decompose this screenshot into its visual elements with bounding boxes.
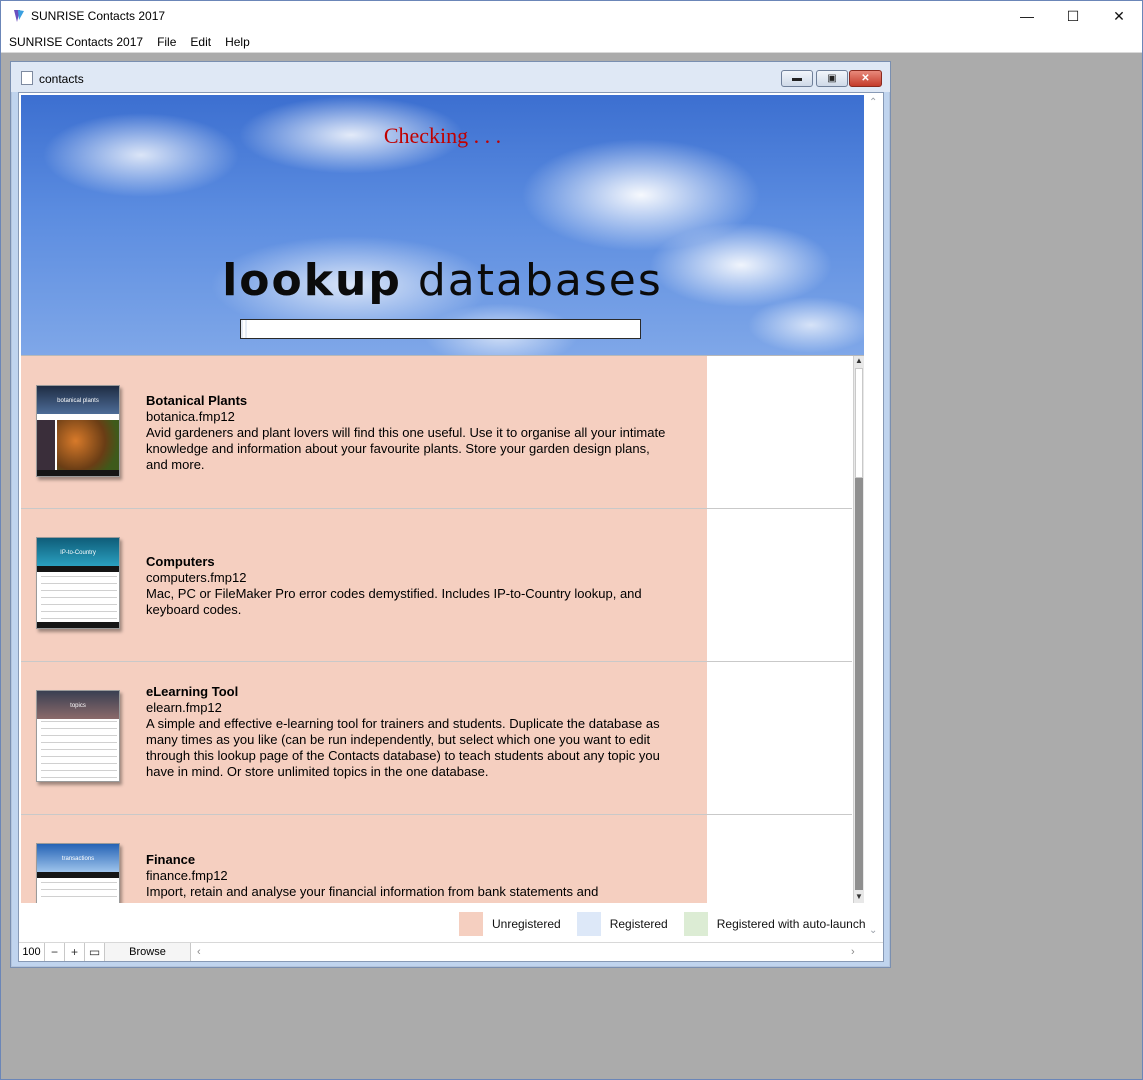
contacts-document-window: contacts ▬ ▣ ✕ Checking . . . lookup dat… (10, 61, 891, 968)
status-bar: 100 − + ▭ Browse ‹ › (19, 942, 883, 961)
menu-bar: SUNRISE Contacts 2017 File Edit Help (1, 31, 1142, 53)
zoom-in-button[interactable]: + (65, 943, 85, 961)
thumbnail-header: transactions (37, 844, 119, 872)
scroll-left-icon[interactable]: ‹ (197, 946, 201, 958)
banner-title: lookup databases (21, 255, 864, 306)
thumbnail-caption: botanical plants (57, 398, 99, 404)
plus-icon: + (70, 945, 78, 959)
menu-help[interactable]: Help (225, 35, 250, 49)
app-title: SUNRISE Contacts 2017 (31, 9, 166, 23)
database-name: Botanical Plants (146, 393, 248, 408)
database-file: elearn.fmp12 (146, 700, 222, 715)
list-scrollbar[interactable]: ▲ ▼ (853, 356, 864, 903)
document-icon (21, 71, 33, 85)
menu-edit[interactable]: Edit (190, 35, 211, 49)
database-thumbnail: transactions (36, 843, 120, 903)
document-title: contacts (39, 72, 84, 86)
database-file: finance.fmp12 (146, 868, 228, 883)
legend-swatch-registered (576, 912, 601, 936)
scroll-up-arrow-icon[interactable]: ▲ (855, 356, 863, 365)
document-restore-button[interactable]: ▣ (816, 70, 848, 87)
database-file: computers.fmp12 (146, 570, 247, 585)
scroll-up-icon[interactable]: ⌃ (869, 97, 877, 108)
thumbnail-table (41, 576, 117, 626)
close-icon: ✕ (861, 73, 870, 84)
document-close-button[interactable]: ✕ (849, 70, 882, 87)
title-bar: SUNRISE Contacts 2017 — ☐ ✕ (1, 1, 1142, 31)
close-icon: ✕ (1113, 7, 1125, 24)
document-content: Checking . . . lookup databases ⌃ ⌄ bota… (18, 92, 884, 962)
legend-label-auto-launch: Registered with auto-launch (716, 917, 866, 931)
database-description: A simple and effective e-learning tool f… (146, 716, 660, 779)
scrollbar-thumb[interactable] (855, 368, 863, 478)
app-logo-icon (14, 10, 24, 22)
database-thumbnail: botanical plants (36, 385, 120, 477)
banner-title-bold: lookup (222, 255, 402, 306)
zoom-out-button[interactable]: − (45, 943, 65, 961)
restore-icon: ▣ (827, 73, 837, 84)
application-window: SUNRISE Contacts 2017 — ☐ ✕ SUNRISE Cont… (0, 0, 1143, 1080)
thumbnail-footer (37, 622, 119, 628)
thumbnail-table (41, 882, 117, 903)
layout-vertical-scrollbar[interactable]: ⌃ ⌄ (865, 93, 882, 936)
zoom-level[interactable]: 100 (19, 943, 45, 961)
registration-legend: Unregistered Registered Registered with … (459, 911, 882, 937)
window-minimize-button[interactable]: — (1004, 1, 1050, 31)
database-thumbnail: IP-to-Country (36, 537, 120, 629)
progress-bar (240, 319, 641, 339)
legend-swatch-auto-launch (683, 912, 708, 936)
thumbnail-caption: topics (70, 703, 86, 709)
thumbnail-header: IP-to-Country (37, 538, 119, 566)
database-name: Finance (146, 852, 196, 867)
database-description: Avid gardeners and plant lovers will fin… (146, 425, 666, 472)
scroll-down-arrow-icon[interactable]: ▼ (855, 892, 863, 901)
thumbnail-caption: IP-to-Country (60, 550, 96, 556)
minimize-icon: ▬ (792, 73, 802, 84)
progress-fill (241, 320, 249, 338)
menu-file[interactable]: File (157, 35, 176, 49)
database-description: Import, retain and analyse your financia… (146, 884, 599, 899)
list-item[interactable]: topics eLearning Tool elearn.fmp12 A sim… (21, 662, 852, 815)
thumbnail-list (41, 721, 117, 779)
menu-app[interactable]: SUNRISE Contacts 2017 (9, 35, 143, 49)
thumbnail-header: botanical plants (37, 386, 119, 414)
thumbnail-caption: transactions (61, 856, 95, 862)
header-banner: Checking . . . lookup databases (21, 95, 864, 355)
database-file: botanica.fmp12 (146, 409, 235, 424)
thumbnail-header: topics (37, 691, 119, 719)
list-item-background (21, 509, 707, 661)
minimize-icon: — (1020, 8, 1034, 24)
maximize-icon: ☐ (1066, 7, 1080, 24)
document-minimize-button[interactable]: ▬ (781, 70, 813, 87)
database-thumbnail: topics (36, 690, 120, 782)
list-item[interactable]: IP-to-Country Computers computers.fmp12 … (21, 509, 852, 662)
database-name: Computers (146, 554, 215, 569)
toggle-status-toolbar-button[interactable]: ▭ (85, 943, 105, 961)
window-close-button[interactable]: ✕ (1096, 1, 1142, 31)
list-item[interactable]: botanical plants Botanical Plants botani… (21, 356, 852, 509)
database-list: botanical plants Botanical Plants botani… (21, 355, 864, 903)
thumbnail-sidebar (37, 420, 55, 476)
document-title-bar: contacts ▬ ▣ ✕ (11, 62, 890, 92)
database-name: eLearning Tool (146, 684, 239, 699)
legend-label-registered: Registered (609, 917, 668, 931)
thumbnail-toolbar (37, 566, 119, 572)
toolbar-toggle-icon: ▭ (88, 945, 101, 959)
thumbnail-photo (57, 420, 119, 472)
database-description: Mac, PC or FileMaker Pro error codes dem… (146, 586, 642, 617)
scroll-right-icon[interactable]: › (851, 946, 855, 958)
banner-title-rest: databases (417, 255, 663, 306)
legend-swatch-unregistered (459, 912, 483, 936)
checking-status: Checking . . . (383, 123, 502, 148)
window-maximize-button[interactable]: ☐ (1050, 1, 1096, 31)
minus-icon: − (50, 945, 58, 959)
thumbnail-toolbar (37, 872, 119, 878)
list-item[interactable]: transactions Finance finance.fmp12 Impor… (21, 815, 852, 903)
scrollbar-track[interactable] (855, 478, 863, 890)
legend-label-unregistered: Unregistered (492, 917, 561, 931)
thumbnail-footer (37, 470, 119, 476)
mode-selector[interactable]: Browse (105, 943, 191, 961)
